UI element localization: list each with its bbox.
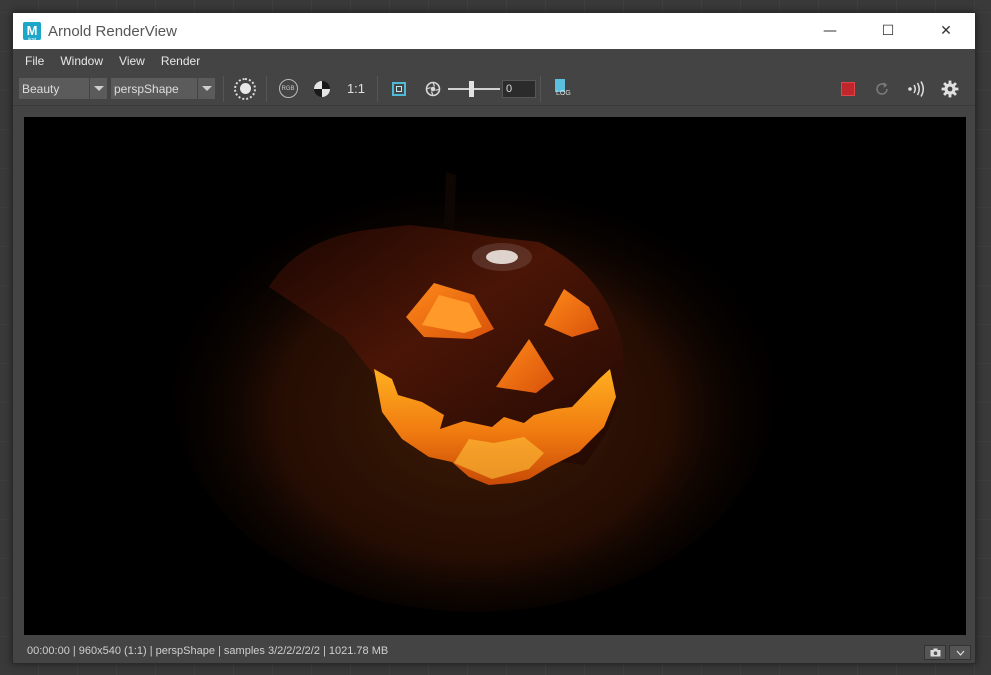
minimize-button[interactable]: —: [801, 13, 859, 49]
maximize-icon: ☐: [881, 23, 895, 39]
rgb-icon: RGB: [278, 79, 298, 98]
minimize-icon: —: [823, 23, 837, 39]
pumpkin-render-image: [174, 172, 774, 612]
chevron-down-icon: [197, 78, 215, 99]
snapshot-button[interactable]: [924, 645, 946, 660]
status-text: 00:00:00 | 960x540 (1:1) | perspShape | …: [27, 645, 389, 657]
toolbar: Beauty perspShape RGB 1:1 0 LOG: [13, 72, 975, 106]
aov-dropdown[interactable]: Beauty: [19, 78, 107, 99]
crop-region-button[interactable]: [386, 76, 412, 102]
maximize-button[interactable]: ☐: [859, 13, 917, 49]
menu-render[interactable]: Render: [155, 54, 206, 68]
status-actions: [921, 645, 971, 660]
ipr-button[interactable]: [420, 76, 446, 102]
frame-icon: [392, 81, 406, 96]
checker-icon: [314, 80, 330, 97]
camera-dropdown-value: perspShape: [114, 81, 179, 96]
close-icon: ✕: [940, 23, 952, 39]
render-controls: [831, 72, 967, 106]
window-controls: — ☐ ✕: [801, 13, 975, 49]
interactive-render-button[interactable]: [903, 76, 929, 102]
aov-dropdown-value: Beauty: [22, 81, 60, 96]
exposure-slider[interactable]: [448, 80, 500, 97]
menu-view[interactable]: View: [113, 54, 151, 68]
checker-background-button[interactable]: [309, 76, 335, 102]
refresh-icon: [876, 82, 888, 95]
chevron-down-icon: [956, 650, 964, 656]
stop-icon: [841, 82, 855, 96]
snapshot-menu-button[interactable]: [949, 645, 971, 660]
menu-bar: File Window View Render: [13, 49, 975, 72]
close-button[interactable]: ✕: [917, 13, 975, 49]
maya-app-icon: M Arnd: [23, 22, 41, 41]
chevron-down-icon: [89, 78, 107, 99]
toolbar-divider: [540, 75, 541, 102]
status-bar: 00:00:00 | 960x540 (1:1) | perspShape | …: [13, 639, 975, 663]
stop-render-button[interactable]: [835, 76, 861, 102]
menu-file[interactable]: File: [19, 54, 50, 68]
toolbar-divider: [223, 75, 224, 102]
ring-icon: [234, 77, 256, 100]
menu-window[interactable]: Window: [54, 54, 109, 68]
refresh-render-button[interactable]: [869, 76, 895, 102]
log-button[interactable]: LOG: [549, 76, 575, 102]
camera-icon: [930, 648, 940, 657]
signal-icon: [908, 81, 924, 97]
gear-icon: [941, 80, 959, 98]
log-icon: LOG: [554, 78, 571, 99]
aperture-icon: [425, 81, 441, 96]
exposure-field[interactable]: 0: [502, 79, 536, 98]
ratio-button[interactable]: 1:1: [343, 76, 369, 102]
exposure-slider-handle[interactable]: [469, 80, 475, 97]
settings-button[interactable]: [937, 76, 963, 102]
rgb-channel-button[interactable]: RGB: [275, 76, 301, 102]
render-region-button[interactable]: [232, 76, 258, 102]
toolbar-divider: [266, 75, 267, 102]
camera-dropdown[interactable]: perspShape: [111, 78, 215, 99]
window-title: Arnold RenderView: [48, 22, 177, 40]
renderview-window: M Arnd Arnold RenderView — ☐ ✕ File Windo…: [12, 12, 976, 664]
title-bar[interactable]: M Arnd Arnold RenderView — ☐ ✕: [13, 13, 975, 49]
render-viewport[interactable]: [24, 117, 966, 635]
toolbar-divider: [377, 75, 378, 102]
